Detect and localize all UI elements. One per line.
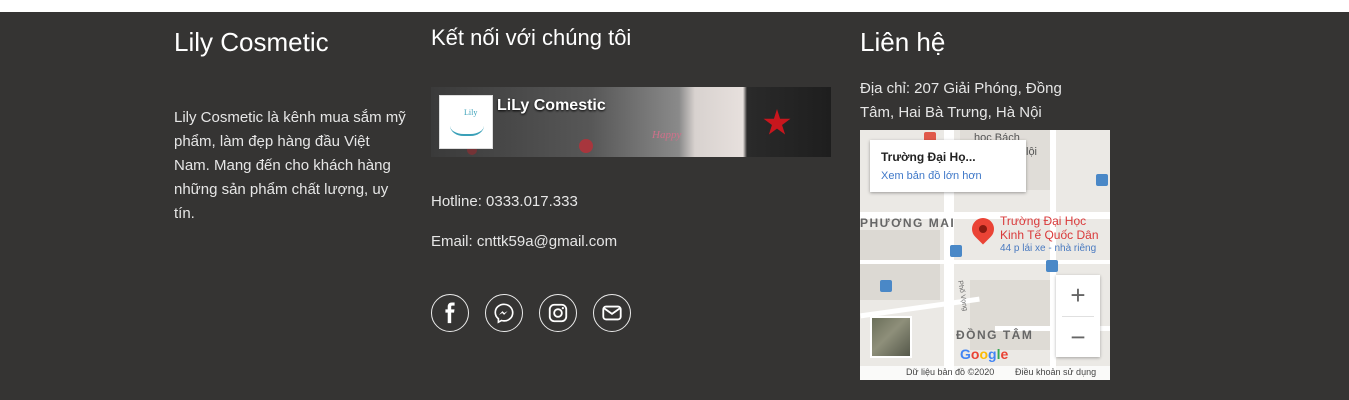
instagram-icon[interactable] [539,294,577,332]
brand-description: Lily Cosmetic là kênh mua sắm mỹ phẩm, l… [174,109,406,222]
facebook-page-banner[interactable]: Happy Lily LiLy Comestic [431,87,831,157]
embedded-map[interactable]: PHƯƠNG MAI ĐỒNG TÂM học Bách lội Phố Vọn… [860,130,1110,380]
map-attribution: Dữ liệu bản đồ ©2020 [906,367,995,377]
place-card: Trường Đại Họ... Xem bản đồ lớn hơn [870,140,1026,192]
facebook-icon[interactable] [431,294,469,332]
place-title: Trường Đại Họ... [881,150,976,164]
connect-column: Kết nối với chúng tôi Happy Lily LiLy Co… [431,24,831,332]
pin-label: Trường Đại Học Kinh Tế Quốc Dân [1000,214,1099,242]
contact-title: Liên hệ [860,27,946,57]
bus-stop-icon [1096,174,1108,186]
map-block [860,230,940,300]
flower-decor [763,109,791,135]
satellite-toggle[interactable] [870,316,912,358]
zoom-in-button[interactable]: + [1056,275,1100,316]
area-label: ĐỒNG TÂM [956,328,1034,342]
map-road [860,260,1110,264]
pin-sublabel: 44 p lái xe - nhà riêng [1000,243,1097,254]
hotline: Hotline: 0333.017.333 [431,193,578,210]
map-attribution-bar: Dữ liệu bản đồ ©2020 Điều khoản sử dụng [860,366,1110,380]
contact-column: Liên hệ Địa chỉ: 207 Giải Phóng, Đồng Tâ… [860,27,1110,380]
decor-dot [579,139,593,153]
about-column: Lily Cosmetic Lily Cosmetic là kênh mua … [174,27,409,226]
connect-title: Kết nối với chúng tôi [431,25,632,50]
brand-title: Lily Cosmetic [174,27,329,57]
bus-stop-icon [1046,260,1058,272]
logo-text: Lily [464,108,478,117]
zoom-controls: + − [1056,275,1100,357]
pin-label-line1: Trường Đại Học [1000,214,1087,228]
messenger-icon[interactable] [485,294,523,332]
view-larger-map-link[interactable]: Xem bản đồ lớn hơn [881,170,982,182]
contact-address: Địa chỉ: 207 Giải Phóng, Đồng Tâm, Hai B… [860,80,1062,121]
social-links [431,294,831,332]
poi-label: lội [1026,146,1038,158]
mail-icon[interactable] [593,294,631,332]
bus-stop-icon [950,245,962,257]
bus-stop-icon [880,280,892,292]
email: Email: cnttk59a@gmail.com [431,233,618,250]
google-logo: Google [960,346,1009,362]
terms-link[interactable]: Điều khoản sử dụng [1015,367,1096,377]
area-label: PHƯƠNG MAI [860,216,956,230]
page-logo[interactable]: Lily [439,95,493,149]
site-footer: Lily Cosmetic Lily Cosmetic là kênh mua … [0,12,1349,400]
zoom-out-button[interactable]: − [1056,317,1100,358]
card-text: Happy [652,129,682,141]
pin-label-line2: Kinh Tế Quốc Dân [1000,228,1099,242]
facebook-page-name[interactable]: LiLy Comestic [497,97,606,115]
